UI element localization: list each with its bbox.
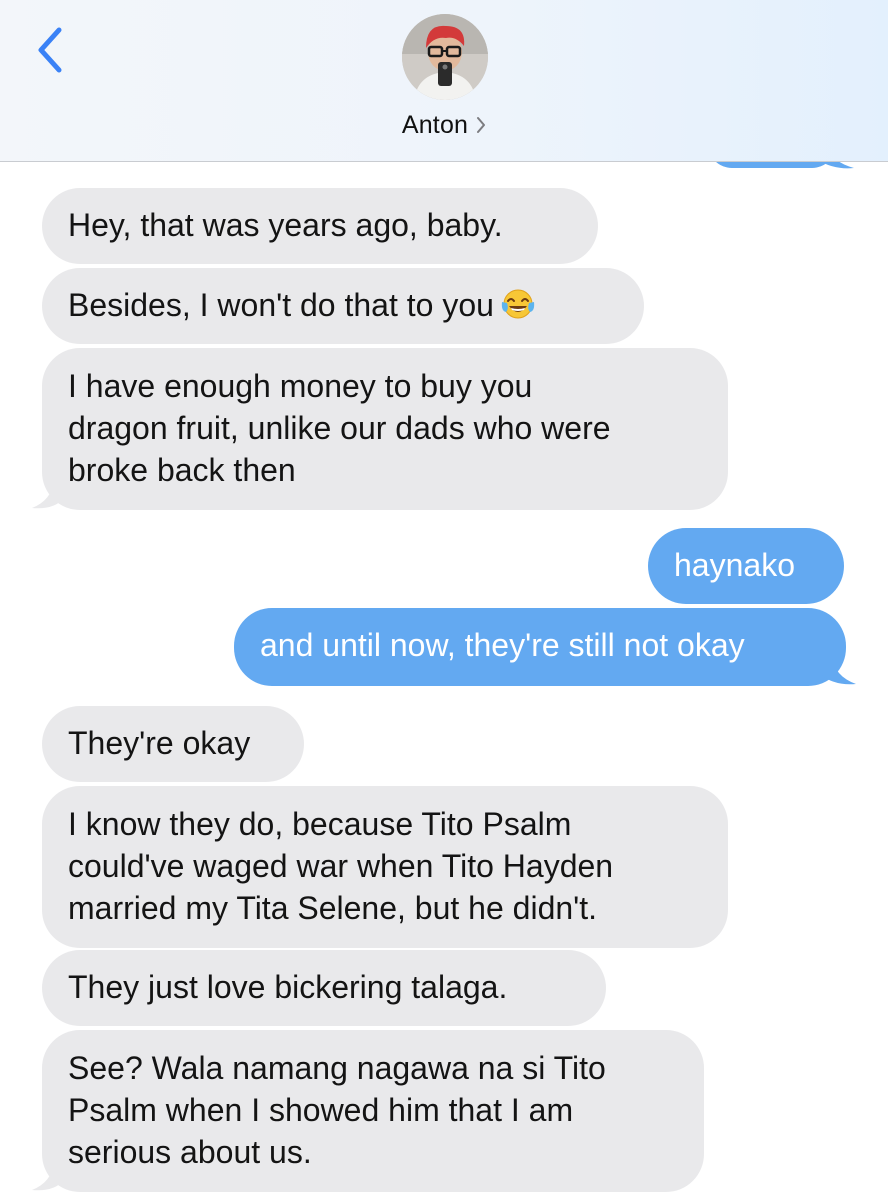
message-text-line: could've waged war when Tito Hayden <box>68 848 614 884</box>
message-text-line: See? Wala namang nagawa na si Tito <box>68 1050 606 1086</box>
incoming-message-bubble[interactable]: They just love bickering talaga. <box>42 950 606 1026</box>
outgoing-bubble-tail <box>820 656 856 685</box>
message-text-line: married my Tita Selene, but he didn't. <box>68 890 598 926</box>
incoming-message-bubble[interactable]: They're okay <box>42 706 304 782</box>
message-text-content: Besides, I won't do that to you <box>68 287 494 323</box>
contact-name-button[interactable]: Anton <box>0 108 888 142</box>
message-text-line: Psalm when I showed him that I am <box>68 1092 574 1128</box>
message-text-line: serious about us. <box>68 1134 312 1170</box>
incoming-message-bubble[interactable]: See? Wala namang nagawa na si Tito Psalm… <box>42 1030 704 1192</box>
message-text-line: broke back then <box>68 452 296 488</box>
incoming-message-bubble[interactable]: Besides, I won't do that to you <box>42 268 644 344</box>
conversation-screen: Anton Hey, that was years ago, baby. Bes… <box>0 0 888 1200</box>
incoming-message-bubble[interactable]: I know they do, because Tito Psalm could… <box>42 786 728 948</box>
incoming-bubble-tail <box>32 480 64 509</box>
avatar[interactable] <box>402 14 488 100</box>
chevron-left-icon <box>38 27 62 73</box>
outgoing-message-bubble[interactable]: and until now, they're still not okay <box>234 608 846 686</box>
message-text: Besides, I won't do that to you <box>68 284 618 331</box>
face-with-tears-of-joy-icon <box>500 287 536 331</box>
contact-name: Anton <box>401 110 469 139</box>
message-text: haynako <box>674 547 795 583</box>
incoming-message-bubble[interactable]: I have enough money to buy you dragon fr… <box>42 348 728 510</box>
chevron-right-icon <box>476 116 486 134</box>
message-text-line: I have enough money to buy you <box>68 368 533 404</box>
outgoing-message-bubble[interactable]: haynako <box>648 528 844 604</box>
message-text-line: I know they do, because Tito Psalm <box>68 806 572 842</box>
message-text: Hey, that was years ago, baby. <box>68 207 503 243</box>
conversation-header: Anton <box>0 0 888 162</box>
incoming-message-bubble[interactable]: Hey, that was years ago, baby. <box>42 188 598 264</box>
message-text: They're okay <box>68 725 251 761</box>
message-text: and until now, they're still not okay <box>260 627 745 663</box>
message-text-line: dragon fruit, unlike our dads who were <box>68 410 611 446</box>
message-text: They just love bickering talaga. <box>68 969 508 1005</box>
back-button[interactable] <box>28 22 72 78</box>
avatar-photo <box>402 14 488 100</box>
incoming-bubble-tail <box>32 1162 64 1191</box>
